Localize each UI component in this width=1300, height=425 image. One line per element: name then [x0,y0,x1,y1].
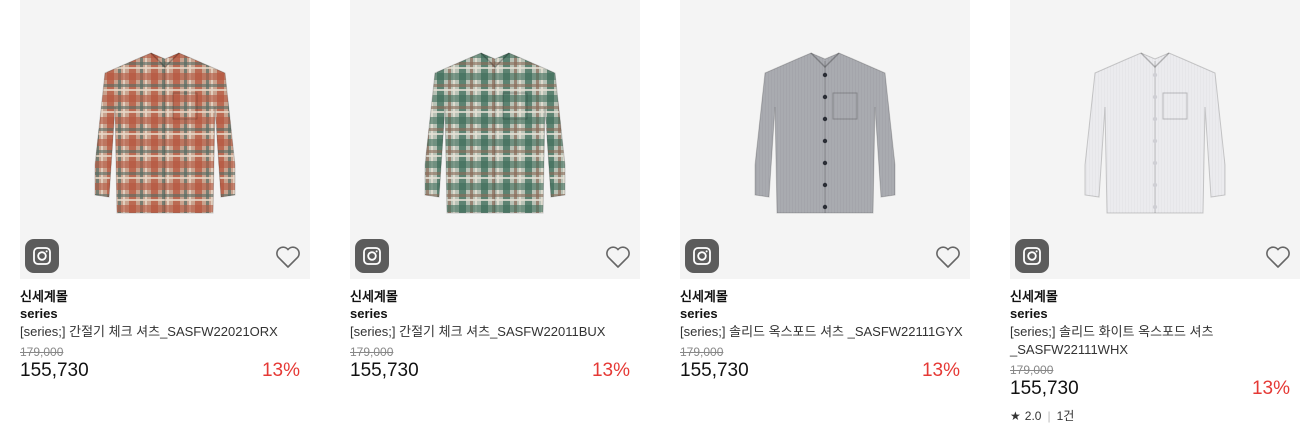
product-name[interactable]: [series;] 간절기 체크 셔츠_SASFW22011BUX [350,323,640,341]
original-price: 179,000 [1010,363,1054,377]
instagram-icon[interactable] [685,239,719,273]
brand-name: 신세계몰 [680,289,728,304]
sale-price: 155,730 [1010,378,1079,399]
product-image[interactable] [350,0,640,279]
price-row: 155,730 13% [20,359,310,383]
price-row: 155,730 13% [350,359,640,383]
brand-name: 신세계몰 [1010,289,1058,304]
product-card[interactable]: 신세계몰 series [series;] 솔리드 화이트 옥스포드 셔츠 _S… [1010,0,1300,423]
discount-rate: 13% [591,360,630,381]
product-card[interactable]: 신세계몰 series [series;] 간절기 체크 셔츠_SASFW220… [20,0,310,383]
price-row: 155,730 13% [1010,377,1300,401]
original-price: 179,000 [680,345,724,359]
sale-price: 155,730 [680,360,749,381]
product-grid: 신세계몰 series [series;] 간절기 체크 셔츠_SASFW220… [20,0,1300,425]
shirt-image [94,52,236,214]
product-name[interactable]: [series;] 솔리드 옥스포드 셔츠 _SASFW22111GYX [680,323,970,341]
sub-brand: series [680,306,718,321]
discount-rate: 13% [261,360,300,381]
original-price: 179,000 [350,345,394,359]
instagram-icon[interactable] [25,239,59,273]
product-card[interactable]: 신세계몰 series [series;] 간절기 체크 셔츠_SASFW220… [350,0,640,383]
brand-name: 신세계몰 [350,289,398,304]
discount-rate: 13% [1251,378,1290,399]
heart-icon[interactable] [1265,245,1291,269]
heart-icon[interactable] [275,245,301,269]
product-image[interactable] [680,0,970,279]
discount-rate: 13% [921,360,960,381]
rating-divider: | [1047,409,1051,423]
shirt-image [754,52,896,214]
instagram-icon[interactable] [355,239,389,273]
price-row: 155,730 13% [680,359,970,383]
original-price: 179,000 [20,345,64,359]
sub-brand: series [20,306,58,321]
heart-icon[interactable] [935,245,961,269]
rating: ★ 2.0 | 1건 [1010,409,1300,423]
brand-name: 신세계몰 [20,289,68,304]
product-image[interactable] [20,0,310,279]
rating-score: 2.0 [1024,409,1042,423]
product-name[interactable]: [series;] 솔리드 화이트 옥스포드 셔츠 _SASFW22111WHX [1010,323,1300,359]
shirt-image [1084,52,1226,214]
product-image[interactable] [1010,0,1300,279]
review-count[interactable]: 1건 [1057,409,1075,423]
product-name[interactable]: [series;] 간절기 체크 셔츠_SASFW22021ORX [20,323,310,341]
heart-icon[interactable] [605,245,631,269]
sale-price: 155,730 [20,360,89,381]
star-icon: ★ [1010,409,1021,423]
product-card[interactable]: 신세계몰 series [series;] 솔리드 옥스포드 셔츠 _SASFW… [680,0,970,383]
sub-brand: series [1010,306,1048,321]
sale-price: 155,730 [350,360,419,381]
shirt-image [424,52,566,214]
sub-brand: series [350,306,388,321]
instagram-icon[interactable] [1015,239,1049,273]
